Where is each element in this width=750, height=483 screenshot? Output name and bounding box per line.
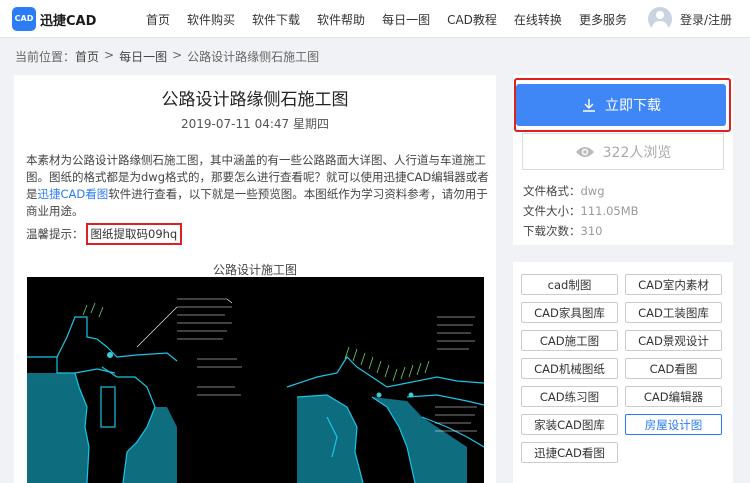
top-header: CAD 迅捷CAD 首页 软件购买 软件下载 软件帮助 每日一图 CAD教程 在…	[0, 0, 750, 38]
eye-icon	[575, 146, 594, 157]
cad-preview-image	[27, 277, 484, 483]
extraction-tip: 温馨提示： 图纸提取码09hq	[26, 223, 183, 245]
user-area[interactable]: 登录/注册	[648, 7, 732, 31]
tag-item[interactable]: 家装CAD图库	[521, 414, 618, 435]
tag-item-active[interactable]: 房屋设计图	[625, 414, 722, 435]
logo-icon: CAD	[12, 7, 36, 31]
nav-online-convert[interactable]: 在线转换	[514, 11, 562, 28]
tag-list: cad制图 CAD室内素材 CAD家具图库 CAD工装图库 CAD施工图 CAD…	[521, 274, 729, 470]
breadcrumb-current: 公路设计路缘侧石施工图	[187, 50, 320, 64]
viewer-link[interactable]: 迅捷CAD看图	[38, 187, 109, 201]
site-logo[interactable]: CAD 迅捷CAD	[12, 7, 96, 31]
breadcrumb-label: 当前位置：	[15, 50, 76, 64]
info-value: 111.05MB	[580, 204, 639, 218]
tag-item[interactable]: CAD编辑器	[625, 386, 722, 407]
nav-download[interactable]: 软件下载	[252, 11, 300, 28]
file-size-row: 文件大小：111.05MB	[523, 203, 639, 219]
nav-help[interactable]: 软件帮助	[317, 11, 365, 28]
breadcrumb-separator: >	[172, 48, 183, 62]
views-badge: 322人浏览	[522, 133, 724, 170]
nav-buy[interactable]: 软件购买	[187, 11, 235, 28]
tag-item[interactable]: CAD机械图纸	[521, 358, 618, 379]
main-nav: 首页 软件购买 软件下载 软件帮助 每日一图 CAD教程 在线转换 更多服务	[146, 0, 644, 38]
tag-item[interactable]: CAD看图	[625, 358, 722, 379]
tag-item[interactable]: CAD练习图	[521, 386, 618, 407]
download-count-row: 下载次数：310	[523, 223, 602, 239]
page-title: 公路设计路缘侧石施工图	[161, 90, 349, 110]
cad-drawing	[27, 298, 484, 483]
info-label: 文件大小：	[523, 204, 581, 218]
breadcrumb-separator: >	[104, 48, 115, 62]
publish-date: 2019-07-11 04:47 星期四	[181, 117, 329, 131]
breadcrumb: 当前位置： 首页 > 每日一图 > 公路设计路缘侧石施工图	[15, 48, 319, 65]
tag-item[interactable]: CAD景观设计	[625, 330, 722, 351]
breadcrumb-daily-drawing[interactable]: 每日一图	[119, 48, 167, 65]
nav-more-services[interactable]: 更多服务	[579, 11, 627, 28]
tag-item[interactable]: CAD工装图库	[625, 302, 722, 323]
info-value: dwg	[580, 184, 605, 198]
preview-caption: 公路设计施工图	[212, 263, 297, 277]
tag-item[interactable]: 迅捷CAD看图	[521, 442, 618, 463]
avatar-icon[interactable]	[648, 7, 672, 31]
breadcrumb-home[interactable]: 首页	[75, 48, 99, 65]
tags-panel: cad制图 CAD室内素材 CAD家具图库 CAD工装图库 CAD施工图 CAD…	[513, 262, 733, 483]
download-highlight-box	[514, 78, 731, 132]
tip-label: 温馨提示：	[26, 227, 84, 241]
nav-daily-drawing[interactable]: 每日一图	[382, 11, 430, 28]
download-panel: 立即下载 322人浏览 文件格式：dwg 文件大小：111.05MB 下载次数：…	[513, 75, 733, 245]
tag-item[interactable]: CAD室内素材	[625, 274, 722, 295]
tag-item[interactable]: CAD施工图	[521, 330, 618, 351]
info-label: 下载次数：	[523, 224, 581, 238]
views-count: 322人浏览	[602, 144, 672, 161]
article-panel: 公路设计路缘侧石施工图 2019-07-11 04:47 星期四 本素材为公路设…	[14, 75, 496, 483]
logo-text: 迅捷CAD	[40, 13, 97, 29]
extraction-code: 图纸提取码09hq	[85, 223, 183, 245]
info-label: 文件格式：	[523, 184, 581, 198]
info-value: 310	[580, 224, 603, 238]
login-register-link[interactable]: 登录/注册	[680, 11, 732, 28]
tag-item[interactable]: CAD家具图库	[521, 302, 618, 323]
nav-cad-tutorial[interactable]: CAD教程	[447, 11, 497, 28]
article-description: 本素材为公路设计路缘侧石施工图，其中涵盖的有一些公路路面大详图、人行道与车道施工…	[26, 152, 492, 220]
file-format-row: 文件格式：dwg	[523, 183, 605, 199]
tag-item[interactable]: cad制图	[521, 274, 618, 295]
nav-home[interactable]: 首页	[146, 11, 170, 28]
